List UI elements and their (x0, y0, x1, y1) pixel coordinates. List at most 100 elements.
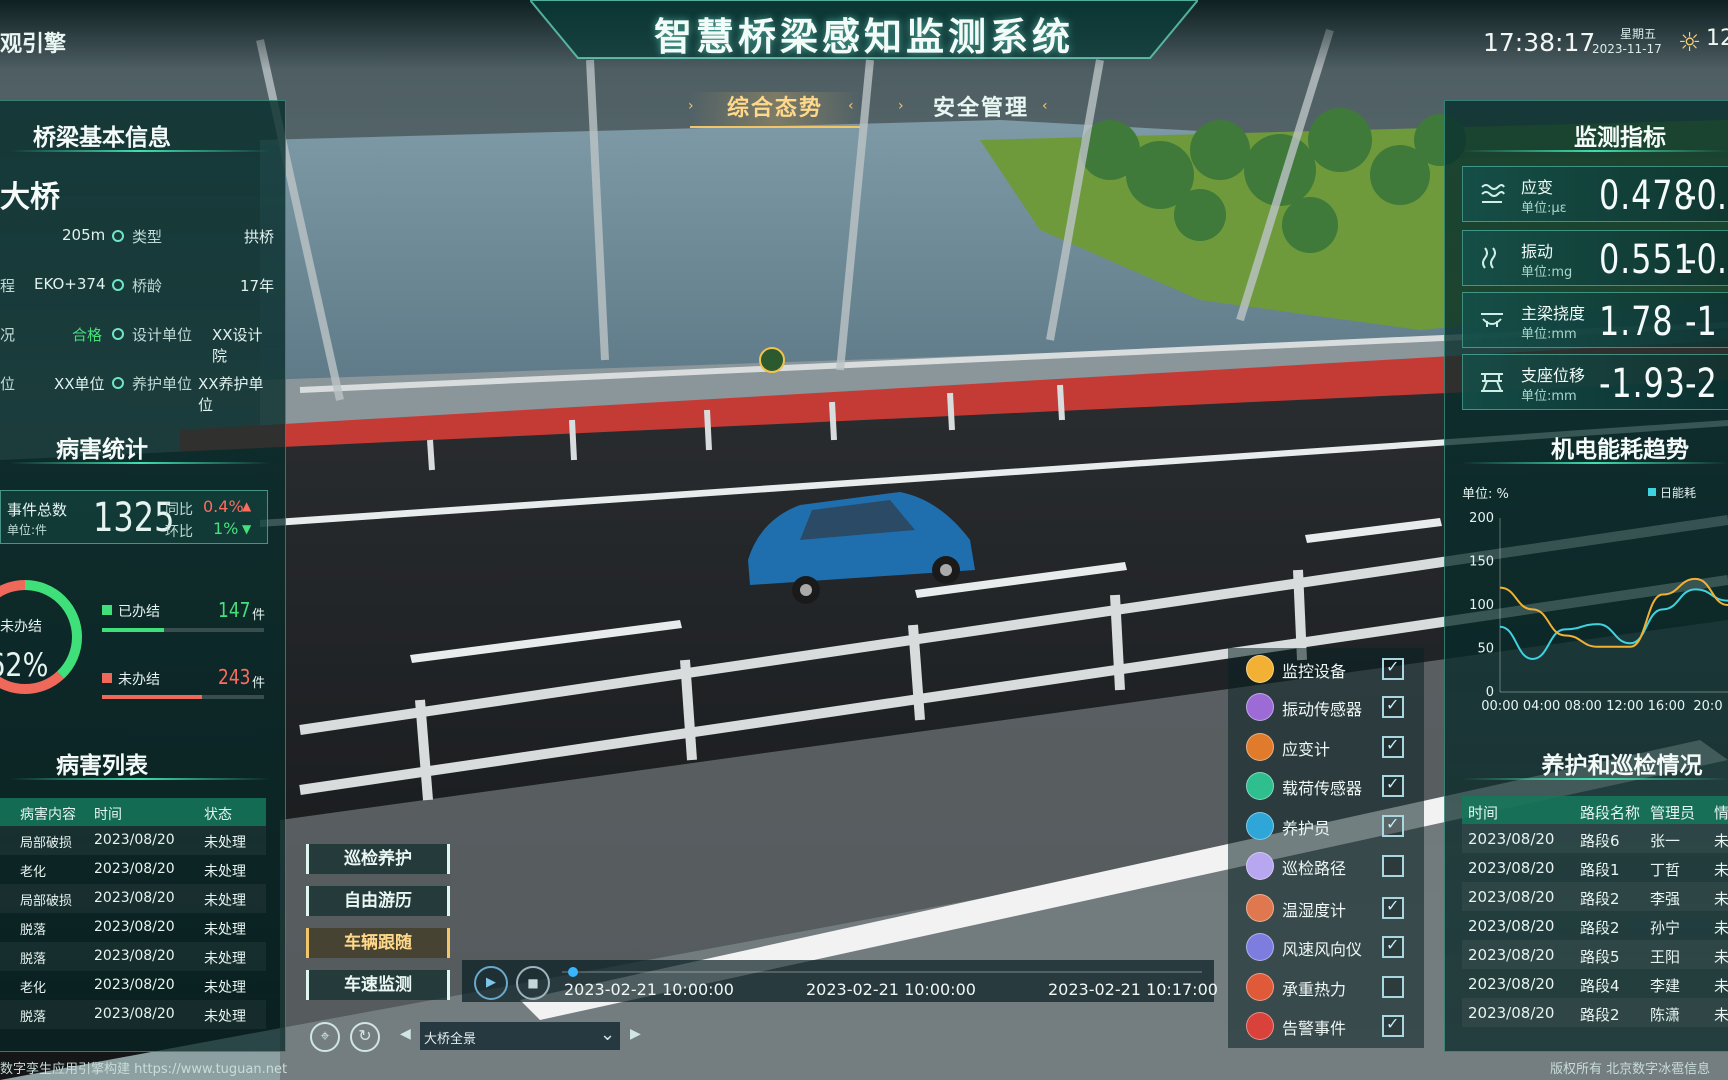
layer-checkbox[interactable] (1382, 657, 1404, 680)
col-header: 时间 (1468, 804, 1499, 822)
energy-chart-title: 机电能耗趋势 (1551, 437, 1689, 463)
layer-toggle-row[interactable]: 载荷传感器 (1246, 771, 1416, 801)
table-cell: 2023/08/20 (94, 832, 175, 848)
table-row[interactable]: 2023/08/20 路段2 李强 未 (1462, 882, 1728, 911)
undone-bar-fill (102, 695, 203, 699)
footer-left: 数字孪生应用引擎构建 https://www.tuguan.net (0, 1062, 288, 1077)
table-row[interactable]: 2023/08/20 路段5 王阳 未 (1462, 940, 1728, 969)
table-cell: 2023/08/20 (94, 948, 175, 964)
metric-value-secondary: -0.6 (1685, 237, 1728, 283)
down-arrow-icon: ▼ (242, 522, 252, 536)
layer-checkbox[interactable] (1382, 976, 1404, 998)
table-cell: 李建 (1650, 977, 1681, 995)
layer-checkbox[interactable] (1382, 774, 1404, 797)
metric-value: 0.551 (1599, 237, 1695, 283)
layer-checkbox[interactable] (1382, 1014, 1404, 1037)
layer-toggle-row[interactable]: 养护员 (1246, 811, 1416, 841)
layer-toggle-row[interactable]: 振动传感器 (1246, 692, 1416, 722)
layer-toggle-row[interactable]: 风速风向仪 (1246, 932, 1416, 962)
table-cell: 路段4 (1580, 977, 1620, 995)
tab-safety[interactable]: 安全管理 (896, 92, 1066, 126)
metric-bearing-displacement: 支座位移 单位:mm -1.93 -2 (1462, 354, 1728, 410)
tab-overview[interactable]: 综合态势 (690, 92, 860, 128)
table-cell: 局部破损 (20, 894, 73, 909)
patrol-maintenance-button[interactable]: 巡检养护 (306, 844, 450, 874)
disease-list-title: 病害列表 (56, 753, 148, 779)
free-tour-button[interactable]: 自由游历 (306, 886, 450, 916)
section-underline (1462, 150, 1728, 152)
metric-name: 支座位移 (1521, 366, 1586, 385)
col-header: 情 (1714, 804, 1728, 822)
next-view-icon[interactable]: ▶ (630, 1026, 641, 1042)
layer-toggle-row[interactable]: 温湿度计 (1246, 893, 1416, 923)
chart-unit-label: 单位: % (1462, 487, 1509, 502)
disease-stats-title: 病害统计 (56, 437, 148, 463)
x-tick-label: 16:00 (1648, 699, 1685, 714)
thermometer-icon (1246, 894, 1274, 922)
section-underline (10, 778, 270, 780)
x-tick-label: 04:00 (1523, 699, 1560, 714)
play-button[interactable]: ▶ (474, 966, 508, 1000)
table-cell: 未处理 (204, 893, 246, 909)
info-label: 程 (0, 277, 16, 295)
layer-checkbox[interactable] (1382, 896, 1404, 919)
metric-deflection: 主梁挠度 单位:mm 1.78 -1 (1462, 292, 1728, 348)
table-row[interactable]: 2023/08/20 路段6 张一 未 (1462, 824, 1728, 853)
table-row[interactable]: 局部破损 2023/08/20 未处理 (0, 826, 266, 855)
layer-toggle-row[interactable]: 承重热力 (1246, 972, 1416, 1002)
layer-label: 监控设备 (1282, 662, 1347, 681)
energy-trend-chart: 单位: % 日能耗 200 150 100 50 000:00 04:00 08:00 12:00… (1462, 486, 1728, 714)
footer-right: 版权所有 北京数字冰雹信息 (1550, 1062, 1711, 1077)
stop-button[interactable]: ■ (516, 966, 550, 1000)
table-cell: 未 (1714, 861, 1728, 879)
layer-checkbox[interactable] (1382, 695, 1404, 718)
speed-monitor-button[interactable]: 车速监测 (306, 970, 450, 1000)
section-underline (1462, 462, 1728, 464)
table-row[interactable]: 2023/08/20 路段2 孙宁 未 (1462, 911, 1728, 940)
info-label: 位 (0, 375, 16, 393)
table-row[interactable]: 脱落 2023/08/20 未处理 (0, 942, 266, 971)
view-select-value: 大桥全景 (424, 1032, 477, 1047)
layer-label: 承重热力 (1282, 980, 1347, 999)
info-dot-icon (112, 279, 124, 291)
table-row[interactable]: 2023/08/20 路段1 丁哲 未 (1462, 853, 1728, 882)
view-select[interactable]: 大桥全景 ⌄ (420, 1022, 620, 1050)
info-value: XX养护单位 (198, 375, 264, 414)
table-row[interactable]: 脱落 2023/08/20 未处理 (0, 913, 266, 942)
table-row[interactable]: 局部破损 2023/08/20 未处理 (0, 884, 266, 913)
vehicle-follow-button[interactable]: 车辆跟随 (306, 928, 450, 958)
table-row[interactable]: 脱落 2023/08/20 未处理 (0, 1000, 266, 1029)
timeline-start: 2023-02-21 10:00:00 (564, 980, 734, 999)
layer-toggle-row[interactable]: 监控设备 (1246, 654, 1416, 684)
locate-icon[interactable]: ⌖ (310, 1022, 340, 1052)
alert-icon (1246, 1012, 1274, 1040)
layer-checkbox[interactable] (1382, 855, 1404, 877)
timeline-track[interactable] (562, 967, 1202, 977)
table-row[interactable]: 2023/08/20 路段2 陈潇 未 (1462, 998, 1728, 1027)
worker-icon (1246, 812, 1274, 840)
reset-view-icon[interactable]: ↻ (350, 1022, 380, 1052)
layer-toggle-row[interactable]: 巡检路径 (1246, 851, 1416, 881)
table-row[interactable]: 2023/08/20 路段4 李建 未 (1462, 969, 1728, 998)
bearing-icon (1481, 373, 1503, 392)
done-unit: 件 (252, 608, 266, 623)
table-cell: 2023/08/20 (94, 861, 175, 877)
info-dot-icon (112, 377, 124, 389)
info-label: 设计单位 (132, 326, 193, 344)
layer-checkbox[interactable] (1382, 935, 1404, 958)
layer-toggle-row[interactable]: 告警事件 (1246, 1011, 1416, 1041)
table-row[interactable]: 老化 2023/08/20 未处理 (0, 855, 266, 884)
layer-toggle-row[interactable]: 应变计 (1246, 732, 1416, 762)
layer-label: 巡检路径 (1282, 859, 1347, 878)
brand-logo-text: 观引擎 (0, 32, 67, 57)
table-row[interactable]: 老化 2023/08/20 未处理 (0, 971, 266, 1000)
prev-view-icon[interactable]: ◀ (400, 1026, 411, 1042)
col-header: 管理员 (1650, 804, 1696, 822)
table-cell: 路段2 (1580, 890, 1620, 908)
series-line-0 (1499, 588, 1728, 660)
info-value: 合格 (72, 326, 103, 344)
layer-checkbox[interactable] (1382, 735, 1404, 758)
layer-checkbox[interactable] (1382, 814, 1404, 837)
info-label: 类型 (132, 228, 163, 246)
metric-value-secondary: -0.2 (1685, 173, 1728, 219)
